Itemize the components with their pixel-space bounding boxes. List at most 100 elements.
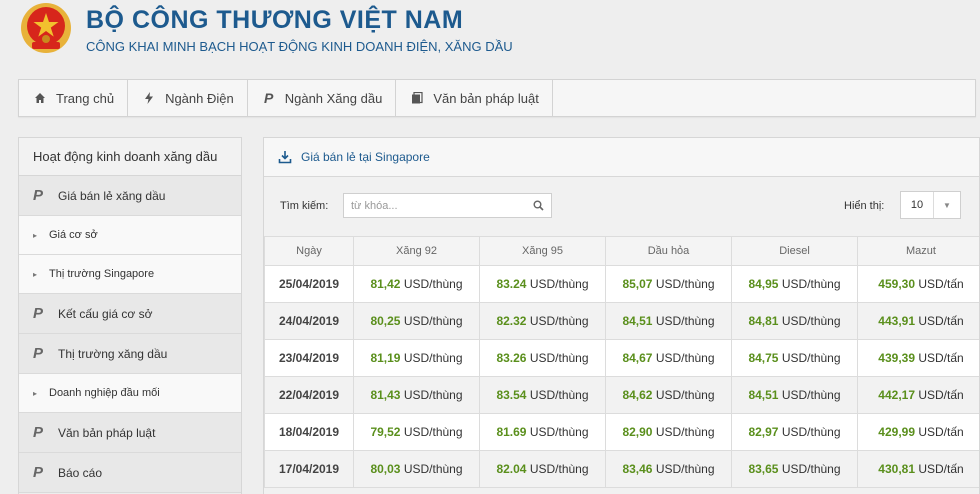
price-panel: Giá bán lẻ tại Singapore Tìm kiếm: từ kh… [263,137,980,494]
sidebar-item-singapore-market[interactable]: ▸ Thị trường Singapore [19,255,241,294]
table-row: 25/04/2019 81,42 USD/thùng 83.24 USD/thù… [264,265,979,303]
table-header-row: Ngày Xăng 92 Xăng 95 Dầu hỏa Diesel Mazu… [264,236,979,266]
caret-right-icon: ▸ [33,269,38,279]
caret-right-icon: ▸ [33,388,38,398]
table-row: 23/04/2019 81,19 USD/thùng 83.26 USD/thù… [264,339,979,377]
nav-home-label: Trang chủ [56,90,115,106]
sidebar-item-base-price[interactable]: ▸ Giá cơ sở [19,216,241,255]
document-icon [409,92,425,104]
sidebar-item-petroleum-market[interactable]: P Thị trường xăng dầu [19,334,241,374]
column-header-date[interactable]: Ngày [264,236,354,266]
page-size-label: Hiển thị: [844,200,885,212]
site-title[interactable]: BỘ CÔNG THƯƠNG VIỆT NAM [86,6,463,35]
sidebar-item-legal-documents[interactable]: P Văn bản pháp luật [19,413,241,453]
cell-price: 81,43 USD/thùng [353,376,480,414]
sidebar-item-label: Báo cáo [58,465,103,480]
column-header-mazut[interactable]: Mazut [857,236,979,266]
top-navigation: Trang chủ Ngành Điện P Ngành Xăng dầu Vă… [18,79,976,117]
sidebar-item-label: Giá cơ sở [49,229,98,241]
cell-price: 81,42 USD/thùng [353,265,480,303]
sidebar-heading: Hoạt động kinh doanh xăng dầu [19,138,241,176]
sidebar-item-reports[interactable]: P Báo cáo [19,453,241,493]
site-subtitle: CÔNG KHAI MINH BẠCH HOẠT ĐỘNG KINH DOANH… [86,39,513,54]
table-row: 18/04/2019 79,52 USD/thùng 81.69 USD/thù… [264,413,979,451]
column-header-ron92[interactable]: Xăng 92 [353,236,480,266]
nav-electricity[interactable]: Ngành Điện [128,80,248,116]
cell-price: 442,17 USD/tấn [857,376,979,414]
panel-header: Giá bán lẻ tại Singapore [264,138,979,177]
cell-date: 18/04/2019 [264,413,354,451]
sidebar-item-label: Thị trường xăng dầu [58,346,168,361]
cell-price: 84,62 USD/thùng [605,376,732,414]
cell-price: 85,07 USD/thùng [605,265,732,303]
table-row: 22/04/2019 81,43 USD/thùng 83.54 USD/thù… [264,376,979,414]
search-label: Tìm kiếm: [280,200,329,212]
p-icon: P [33,424,44,441]
p-icon: P [33,305,44,322]
cell-price: 83,46 USD/thùng [605,450,732,488]
cell-price: 84,75 USD/thùng [731,339,858,377]
p-icon: P [33,187,44,204]
table-row: 24/04/2019 80,25 USD/thùng 82.32 USD/thù… [264,302,979,340]
cell-price: 84,51 USD/thùng [731,376,858,414]
cell-date: 22/04/2019 [264,376,354,414]
cell-price: 80,25 USD/thùng [353,302,480,340]
nav-petroleum-label: Ngành Xăng dầu [284,90,383,106]
cell-price: 459,30 USD/tấn [857,265,979,303]
sidebar-item-price-structure[interactable]: P Kết cấu giá cơ sở [19,294,241,334]
page-size-select[interactable]: 10 ▼ [900,191,961,219]
cell-date: 17/04/2019 [264,450,354,488]
home-icon [32,92,48,104]
nav-home[interactable]: Trang chủ [19,80,129,116]
search-placeholder: từ khóa... [351,199,398,212]
cell-price: 79,52 USD/thùng [353,413,480,451]
search-input[interactable]: từ khóa... [343,193,552,218]
nav-legal-documents-label: Văn bản pháp luật [433,90,539,106]
p-icon: P [33,464,44,481]
nav-legal-documents[interactable]: Văn bản pháp luật [396,80,553,116]
p-icon: P [33,345,44,362]
cell-price: 80,03 USD/thùng [353,450,480,488]
column-header-ron95[interactable]: Xăng 95 [479,236,606,266]
cell-price: 81.69 USD/thùng [479,413,606,451]
p-icon: P [264,90,274,106]
cell-date: 25/04/2019 [264,265,354,303]
site-header: BỘ CÔNG THƯƠNG VIỆT NAM CÔNG KHAI MINH B… [0,0,980,68]
sidebar-item-label: Giá bán lẻ xăng dầu [58,188,166,203]
chevron-down-icon: ▼ [943,200,951,210]
cell-price: 84,81 USD/thùng [731,302,858,340]
panel-title: Giá bán lẻ tại Singapore [301,150,430,164]
table-row: 17/04/2019 80,03 USD/thùng 82.04 USD/thù… [264,450,979,488]
sidebar-item-label: Thị trường Singapore [49,268,155,280]
cell-date: 23/04/2019 [264,339,354,377]
cell-price: 82,97 USD/thùng [731,413,858,451]
cell-price: 443,91 USD/tấn [857,302,979,340]
download-icon[interactable] [278,150,292,164]
sidebar-item-retail-price[interactable]: P Giá bán lẻ xăng dầu [19,176,241,216]
national-emblem-icon[interactable] [20,2,72,54]
cell-price: 83,65 USD/thùng [731,450,858,488]
sidebar: Hoạt động kinh doanh xăng dầu P Giá bán … [18,137,242,494]
cell-price: 82.04 USD/thùng [479,450,606,488]
cell-price: 83.26 USD/thùng [479,339,606,377]
nav-electricity-label: Ngành Điện [165,90,234,106]
page-size-value: 10 [901,192,934,218]
cell-price: 429,99 USD/tấn [857,413,979,451]
cell-price: 82,90 USD/thùng [605,413,732,451]
bolt-icon [141,92,157,104]
cell-price: 439,39 USD/tấn [857,339,979,377]
sidebar-item-key-traders[interactable]: ▸ Doanh nghiệp đầu mối [19,374,241,413]
cell-price: 81,19 USD/thùng [353,339,480,377]
cell-price: 83.54 USD/thùng [479,376,606,414]
cell-price: 84,67 USD/thùng [605,339,732,377]
cell-date: 24/04/2019 [264,302,354,340]
cell-price: 82.32 USD/thùng [479,302,606,340]
column-header-diesel[interactable]: Diesel [731,236,858,266]
caret-right-icon: ▸ [33,230,38,240]
search-icon[interactable] [533,200,544,211]
nav-petroleum[interactable]: P Ngành Xăng dầu [248,80,397,116]
column-header-kerosene[interactable]: Dầu hỏa [605,236,732,266]
cell-price: 83.24 USD/thùng [479,265,606,303]
sidebar-item-label: Kết cấu giá cơ sở [58,306,153,321]
sidebar-item-label: Văn bản pháp luật [58,425,156,440]
